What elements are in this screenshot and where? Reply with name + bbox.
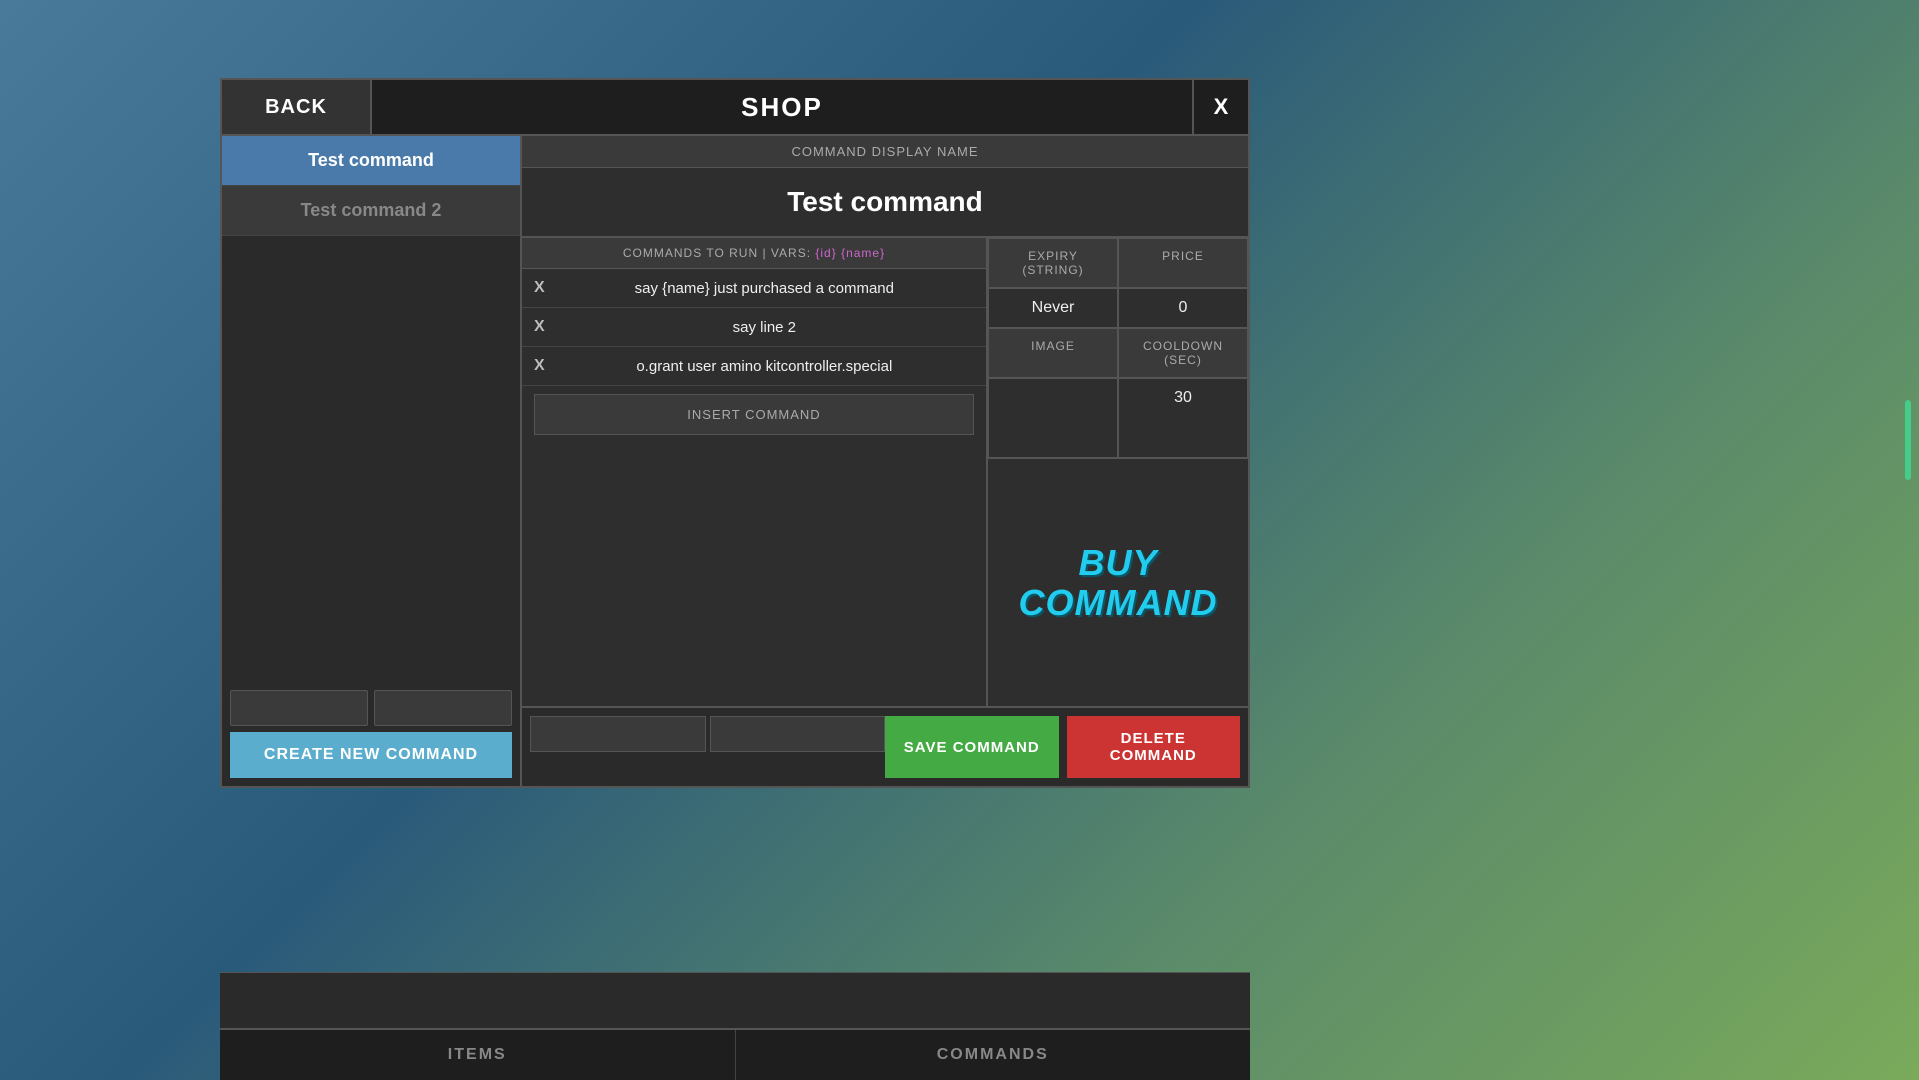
- scrollbar-indicator[interactable]: [1905, 400, 1911, 480]
- tab-commands[interactable]: COMMANDS: [736, 1030, 1251, 1080]
- placeholder-boxes: [530, 716, 885, 778]
- delete-command-button[interactable]: DELETE COMMAND: [1067, 716, 1241, 778]
- command-text-2: say line 2: [555, 319, 974, 336]
- vars-highlight: {id} {name}: [815, 246, 885, 260]
- command-name-display: Test command: [522, 168, 1248, 238]
- command-text-1: say {name} just purchased a command: [555, 280, 974, 297]
- action-buttons: SAVE COMMAND DELETE COMMAND: [885, 716, 1240, 778]
- tab-items[interactable]: ITEMS: [220, 1030, 736, 1080]
- price-header: PRICE: [1118, 238, 1248, 288]
- buy-command-button[interactable]: BUY COMMAND: [1008, 543, 1228, 622]
- insert-command-button[interactable]: INSERT COMMAND: [534, 394, 974, 435]
- modal-body: Test command Test command 2 CREATE NEW C…: [222, 136, 1248, 786]
- commands-to-run-label: COMMANDS TO RUN | VARS:: [623, 246, 811, 260]
- command-text-3: o.grant user amino kitcontroller.special: [555, 358, 974, 375]
- placeholder-box-main-2: [710, 716, 886, 752]
- command-row-2: X say line 2: [522, 308, 986, 347]
- create-new-button[interactable]: CREATE NEW COMMAND: [230, 732, 512, 778]
- sidebar-placeholder-row: [230, 690, 512, 726]
- cooldown-header: COOLDOWN (SEC): [1118, 328, 1248, 378]
- sidebar: Test command Test command 2 CREATE NEW C…: [222, 136, 522, 786]
- commands-section: COMMANDS TO RUN | VARS: {id} {name} X sa…: [522, 238, 988, 706]
- command-remove-3[interactable]: X: [534, 357, 545, 375]
- sidebar-item-test-command[interactable]: Test command: [222, 136, 520, 186]
- image-area: [988, 378, 1118, 458]
- buy-command-area: BUY COMMAND: [988, 459, 1248, 706]
- cooldown-value: 30: [1118, 378, 1248, 458]
- main-bottom: SAVE COMMAND DELETE COMMAND: [522, 706, 1248, 786]
- save-command-button[interactable]: SAVE COMMAND: [885, 716, 1059, 778]
- placeholder-box-main-1: [530, 716, 706, 752]
- back-button[interactable]: BACK: [222, 80, 372, 134]
- sidebar-spacer: [222, 236, 520, 682]
- expiry-value: Never: [988, 288, 1118, 328]
- bottom-tabs: ITEMS COMMANDS: [220, 1028, 1250, 1080]
- content-grid: COMMANDS TO RUN | VARS: {id} {name} X sa…: [522, 238, 1248, 706]
- command-display-name-header: COMMAND DISPLAY NAME: [522, 136, 1248, 168]
- command-row-1: X say {name} just purchased a command: [522, 269, 986, 308]
- main-content: COMMAND DISPLAY NAME Test command COMMAN…: [522, 136, 1248, 786]
- price-value: 0: [1118, 288, 1248, 328]
- sidebar-placeholder-box-1: [230, 690, 368, 726]
- command-remove-2[interactable]: X: [534, 318, 545, 336]
- right-panel: EXPIRY (STRING) PRICE Never 0 IMAGE COOL…: [988, 238, 1248, 706]
- command-remove-1[interactable]: X: [534, 279, 545, 297]
- footer-bar: [220, 972, 1250, 1028]
- sidebar-placeholder-box-2: [374, 690, 512, 726]
- right-grid: EXPIRY (STRING) PRICE Never 0 IMAGE COOL…: [988, 238, 1248, 459]
- expiry-header: EXPIRY (STRING): [988, 238, 1118, 288]
- close-button[interactable]: X: [1192, 80, 1248, 134]
- commands-header: COMMANDS TO RUN | VARS: {id} {name}: [522, 238, 986, 269]
- shop-title: SHOP: [372, 92, 1192, 123]
- sidebar-item-test-command-2[interactable]: Test command 2: [222, 186, 520, 236]
- modal-container: BACK SHOP X Test command Test command 2 …: [220, 78, 1250, 788]
- command-row-3: X o.grant user amino kitcontroller.speci…: [522, 347, 986, 386]
- image-header: IMAGE: [988, 328, 1118, 378]
- modal-header: BACK SHOP X: [222, 80, 1248, 136]
- sidebar-bottom: CREATE NEW COMMAND: [222, 682, 520, 786]
